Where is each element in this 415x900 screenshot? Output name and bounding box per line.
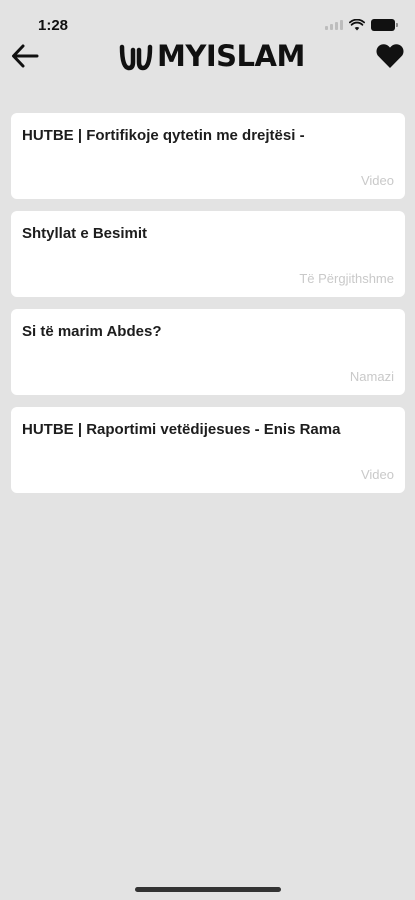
favorite-button[interactable] [375,41,405,71]
screen: 1:28 MYISLAM HUTBE | Fortifikoje qytetin… [0,0,415,900]
cellular-signal-icon [325,20,343,30]
item-title: Shtyllat e Besimit [22,225,148,242]
app-logo: MYISLAM [119,41,305,71]
header: MYISLAM [0,38,415,78]
logo-text: MYISLAM [157,39,305,73]
status-icons [325,19,398,31]
list-item[interactable]: HUTBE | Fortifikoje qytetin me drejtësi … [11,113,405,199]
item-title: HUTBE | Raportimi vetëdijesues - Enis Ra… [22,421,341,438]
content-list: HUTBE | Fortifikoje qytetin me drejtësi … [11,113,405,505]
status-time: 1:28 [38,17,69,34]
item-title: Si të marim Abdes? [22,323,162,340]
status-bar: 1:28 [0,0,415,40]
item-category: Video [360,467,394,482]
logo-mark-icon [119,44,153,71]
back-button[interactable] [9,40,41,72]
battery-icon [371,19,398,31]
home-indicator[interactable] [135,887,281,892]
list-item[interactable]: Shtyllat e Besimit Të Përgjithshme [11,211,405,297]
item-title: HUTBE | Fortifikoje qytetin me drejtësi … [22,127,305,144]
item-category: Namazi [349,369,394,384]
wifi-icon [349,19,365,31]
list-item[interactable]: HUTBE | Raportimi vetëdijesues - Enis Ra… [11,407,405,493]
item-category: Të Përgjithshme [299,271,394,286]
item-category: Video [360,173,394,188]
list-item[interactable]: Si të marim Abdes? Namazi [11,309,405,395]
